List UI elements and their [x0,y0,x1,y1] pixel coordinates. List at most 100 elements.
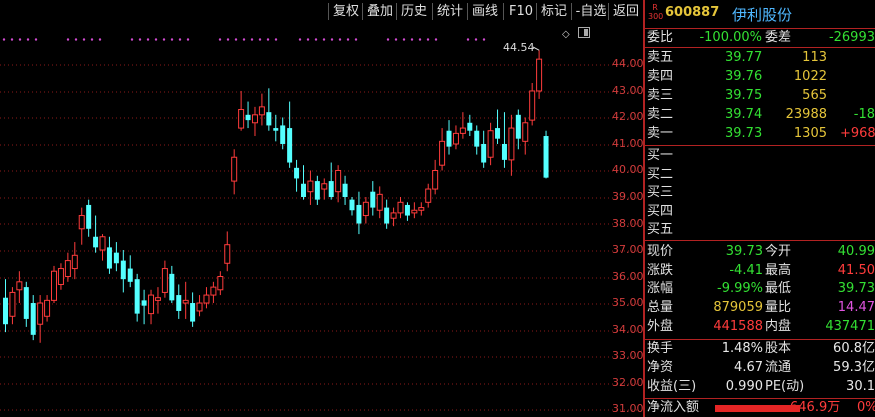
bid-row[interactable]: 买四 [645,203,875,221]
candle[interactable] [495,109,501,144]
bid-row[interactable]: 买三 [645,184,875,202]
candle[interactable] [23,281,29,327]
candle[interactable] [370,181,376,216]
ask-row[interactable]: 卖四 39.76 1022 [645,68,875,86]
candle[interactable] [141,289,147,325]
grid-dot [240,383,241,385]
candle[interactable] [148,289,155,325]
candle[interactable] [501,112,507,168]
grid-dot [4,277,5,279]
candle[interactable] [287,101,293,168]
grid-dot [0,64,1,66]
candle[interactable] [342,175,348,205]
ask-row[interactable]: 卖二 39.74 23988 -18 [645,106,875,124]
candle[interactable] [376,186,383,219]
panel-toggle-icon[interactable] [578,27,590,38]
candle[interactable] [515,109,521,150]
y-tick-label: 32.00 [612,375,644,389]
candle[interactable] [459,112,466,139]
grid-dot [140,383,141,385]
grid-dot [36,250,37,252]
candle[interactable] [127,255,133,288]
candle[interactable] [71,242,78,280]
bid-row[interactable]: 买二 [645,166,875,184]
candle[interactable] [169,265,175,304]
candle[interactable] [37,295,44,343]
grid-dot [596,197,597,199]
candle[interactable] [51,265,58,304]
candle[interactable] [210,281,217,304]
candle[interactable] [258,93,265,126]
grid-dot [368,330,369,332]
candle[interactable] [217,271,224,296]
candle[interactable] [16,271,23,304]
grid-dot [104,64,105,66]
candle[interactable] [93,215,99,253]
ask-volume: 1022 [793,69,827,84]
candle-body [411,209,418,214]
candle[interactable] [196,295,203,317]
candle[interactable] [57,263,64,290]
candle[interactable] [452,125,459,150]
candle[interactable] [418,202,425,216]
ask-row[interactable]: 卖五 39.77 113 [645,49,875,67]
stock-name[interactable]: 伊利股份 [732,4,792,25]
candle[interactable] [9,287,16,325]
candle[interactable] [113,242,119,272]
candle[interactable] [487,122,494,166]
candle[interactable] [134,273,140,322]
bid-row[interactable]: 买五 [645,221,875,239]
bid-row[interactable]: 买一 [645,147,875,165]
candle[interactable] [251,106,258,137]
candle[interactable] [99,234,106,261]
candle[interactable] [411,202,418,219]
candle[interactable] [314,175,320,205]
candle[interactable] [362,196,369,224]
candle[interactable] [328,162,334,200]
candle[interactable] [321,178,328,200]
candle[interactable] [404,202,410,221]
candle[interactable] [120,250,126,293]
candle[interactable] [3,279,8,333]
candle[interactable] [439,128,446,171]
ask-row[interactable]: 卖三 39.75 565 [645,87,875,105]
candle[interactable] [190,292,196,327]
candle[interactable] [390,207,397,227]
candle[interactable] [294,159,300,192]
candle[interactable] [349,196,355,216]
candle[interactable] [481,130,487,168]
candle[interactable] [522,117,529,155]
candle[interactable] [86,199,92,237]
diamond-icon[interactable]: ◇ [562,29,570,40]
candle[interactable] [335,165,342,203]
candle[interactable] [106,236,112,274]
candle[interactable] [231,149,238,195]
candlestick-chart[interactable] [0,0,643,417]
candle[interactable] [432,159,439,195]
ask-row[interactable]: 卖一 39.73 1305 +968 [645,125,875,143]
candle[interactable] [224,231,231,272]
candle[interactable] [161,260,168,298]
candle[interactable] [307,170,314,205]
candle[interactable] [425,183,432,208]
candle[interactable] [245,101,251,129]
candle[interactable] [30,295,36,341]
candle[interactable] [300,165,306,200]
candle[interactable] [176,284,182,319]
candle[interactable] [238,90,245,131]
grid-dot [376,356,377,358]
candle[interactable] [543,130,549,179]
candle[interactable] [529,83,536,126]
candle[interactable] [154,287,161,314]
candle[interactable] [182,281,189,319]
candle[interactable] [446,120,452,155]
candle[interactable] [397,196,404,219]
candle[interactable] [78,207,85,245]
candle[interactable] [64,252,71,282]
candle[interactable] [474,125,480,155]
candle[interactable] [273,114,279,142]
candle[interactable] [266,88,272,131]
candle[interactable] [508,114,515,176]
candle[interactable] [203,287,210,309]
candle[interactable] [44,295,51,322]
